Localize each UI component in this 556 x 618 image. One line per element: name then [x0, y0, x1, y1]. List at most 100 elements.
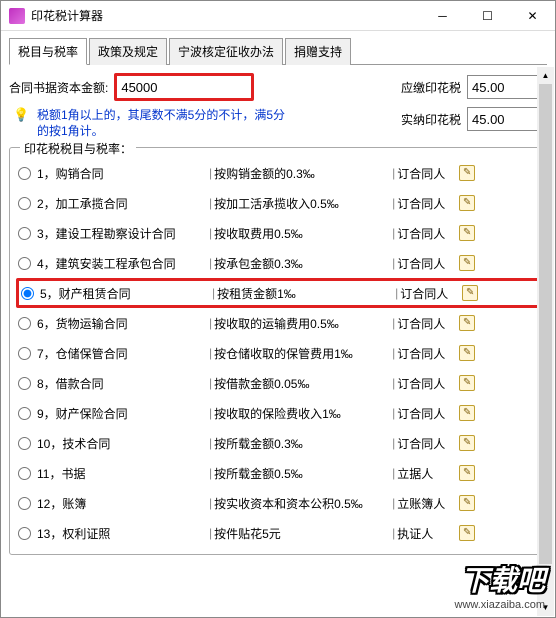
tax-item-name[interactable]: 10，技术合同 — [37, 435, 207, 452]
tax-item-name[interactable]: 2，加工承揽合同 — [37, 195, 207, 212]
doc-icon[interactable] — [459, 225, 475, 241]
separator: | — [392, 256, 395, 270]
hint-text: 税额1角以上的，其尾数不满5分的不计，满5分的按1角计。 — [37, 107, 297, 139]
tax-item-desc: 按加工活承揽收入0.5‰ — [214, 195, 390, 212]
tax-item-row: 10，技术合同|按所载金额0.3‰|订合同人 — [16, 428, 540, 458]
tax-item-row: 1，购销合同|按购销金额的0.3‰|订合同人 — [16, 158, 540, 188]
separator: | — [209, 466, 212, 480]
doc-icon[interactable] — [459, 465, 475, 481]
titlebar: 印花税计算器 ─ ☐ ✕ — [1, 1, 555, 31]
doc-icon[interactable] — [459, 375, 475, 391]
doc-icon[interactable] — [459, 435, 475, 451]
separator: | — [209, 196, 212, 210]
separator: | — [392, 526, 395, 540]
tax-item-name[interactable]: 12，账簿 — [37, 495, 207, 512]
tax-item-row: 13，权利证照|按件贴花5元|执证人 — [16, 518, 540, 548]
tax-item-desc: 按所载金额0.3‰ — [214, 435, 390, 452]
main-window: 印花税计算器 ─ ☐ ✕ 税目与税率 政策及规定 宁波核定征收办法 捐赠支持 合… — [0, 0, 556, 618]
tax-item-party: 订合同人 — [397, 405, 455, 422]
tax-item-party: 订合同人 — [397, 225, 455, 242]
tax-radio[interactable] — [18, 467, 31, 480]
maximize-button[interactable]: ☐ — [465, 1, 510, 31]
scroll-thumb[interactable] — [539, 84, 552, 564]
watermark-title: 下载吧 — [455, 559, 545, 599]
doc-icon[interactable] — [459, 405, 475, 421]
separator: | — [392, 406, 395, 420]
vertical-scrollbar[interactable]: ▲ ▼ — [537, 67, 554, 616]
window-buttons: ─ ☐ ✕ — [420, 1, 555, 31]
tax-item-row: 5，财产租赁合同|按租赁金额1‰|订合同人 — [16, 278, 540, 308]
tax-item-desc: 按仓储收取的保管费用1‰ — [214, 345, 390, 362]
separator: | — [392, 346, 395, 360]
doc-icon[interactable] — [459, 345, 475, 361]
tab-rates[interactable]: 税目与税率 — [9, 38, 87, 65]
tax-item-name[interactable]: 13，权利证照 — [37, 525, 207, 542]
actual-label: 实纳印花税 — [401, 111, 461, 128]
doc-icon[interactable] — [459, 525, 475, 541]
separator: | — [392, 196, 395, 210]
tax-item-name[interactable]: 6，货物运输合同 — [37, 315, 207, 332]
separator: | — [209, 256, 212, 270]
tax-item-party: 订合同人 — [397, 255, 455, 272]
tax-radio[interactable] — [21, 287, 34, 300]
scroll-up-button[interactable]: ▲ — [537, 67, 554, 84]
actual-output — [467, 107, 547, 131]
doc-icon[interactable] — [459, 195, 475, 211]
tax-item-party: 订合同人 — [400, 285, 458, 302]
tax-item-name[interactable]: 4，建筑安装工程承包合同 — [37, 255, 207, 272]
tax-item-name[interactable]: 1，购销合同 — [37, 165, 207, 182]
tax-radio[interactable] — [18, 377, 31, 390]
tax-item-name[interactable]: 9，财产保险合同 — [37, 405, 207, 422]
amount-input[interactable] — [114, 73, 254, 101]
groupbox-title: 印花税税目与税率： — [20, 140, 136, 157]
doc-icon[interactable] — [462, 285, 478, 301]
tax-item-party: 订合同人 — [397, 195, 455, 212]
tax-radio[interactable] — [18, 437, 31, 450]
tax-item-desc: 按所载金额0.5‰ — [214, 465, 390, 482]
tax-item-name[interactable]: 8，借款合同 — [37, 375, 207, 392]
tax-radio[interactable] — [18, 347, 31, 360]
tax-radio[interactable] — [18, 407, 31, 420]
doc-icon[interactable] — [459, 255, 475, 271]
tab-ningbo[interactable]: 宁波核定征收办法 — [169, 38, 283, 65]
separator: | — [392, 496, 395, 510]
tax-item-row: 8，借款合同|按借款金额0.05‰|订合同人 — [16, 368, 540, 398]
tax-item-name[interactable]: 5，财产租赁合同 — [40, 285, 210, 302]
tab-donate[interactable]: 捐赠支持 — [285, 38, 351, 65]
tax-groupbox: 印花税税目与税率： 1，购销合同|按购销金额的0.3‰|订合同人2，加工承揽合同… — [9, 147, 547, 555]
tax-item-desc: 按购销金额的0.3‰ — [214, 165, 390, 182]
tax-radio[interactable] — [18, 317, 31, 330]
tax-item-party: 订合同人 — [397, 375, 455, 392]
tax-item-desc: 按收取费用0.5‰ — [214, 225, 390, 242]
separator: | — [209, 166, 212, 180]
tax-item-party: 立账簿人 — [397, 495, 455, 512]
tax-radio[interactable] — [18, 527, 31, 540]
hint-row: 💡 税额1角以上的，其尾数不满5分的不计，满5分的按1角计。 实纳印花税 — [9, 107, 547, 139]
doc-icon[interactable] — [459, 165, 475, 181]
tax-item-name[interactable]: 3，建设工程勘察设计合同 — [37, 225, 207, 242]
separator: | — [392, 376, 395, 390]
doc-icon[interactable] — [459, 315, 475, 331]
content-area: 税目与税率 政策及规定 宁波核定征收办法 捐赠支持 合同书据资本金额: 应缴印花… — [1, 31, 555, 561]
tax-item-row: 12，账簿|按实收资本和资本公积0.5‰|立账簿人 — [16, 488, 540, 518]
tax-radio[interactable] — [18, 257, 31, 270]
tax-item-row: 11，书据|按所载金额0.5‰|立据人 — [16, 458, 540, 488]
tax-item-desc: 按承包金额0.3‰ — [214, 255, 390, 272]
tax-item-desc: 按借款金额0.05‰ — [214, 375, 390, 392]
tax-radio[interactable] — [18, 497, 31, 510]
separator: | — [209, 316, 212, 330]
tax-radio[interactable] — [18, 227, 31, 240]
window-title: 印花税计算器 — [31, 7, 420, 24]
tax-item-row: 2，加工承揽合同|按加工活承揽收入0.5‰|订合同人 — [16, 188, 540, 218]
tax-item-name[interactable]: 7，仓储保管合同 — [37, 345, 207, 362]
minimize-button[interactable]: ─ — [420, 1, 465, 31]
separator: | — [209, 436, 212, 450]
tax-item-name[interactable]: 11，书据 — [37, 465, 207, 482]
tax-item-row: 4，建筑安装工程承包合同|按承包金额0.3‰|订合同人 — [16, 248, 540, 278]
tax-radio[interactable] — [18, 167, 31, 180]
tax-radio[interactable] — [18, 197, 31, 210]
close-button[interactable]: ✕ — [510, 1, 555, 31]
separator: | — [212, 286, 215, 300]
tab-policy[interactable]: 政策及规定 — [89, 38, 167, 65]
doc-icon[interactable] — [459, 495, 475, 511]
